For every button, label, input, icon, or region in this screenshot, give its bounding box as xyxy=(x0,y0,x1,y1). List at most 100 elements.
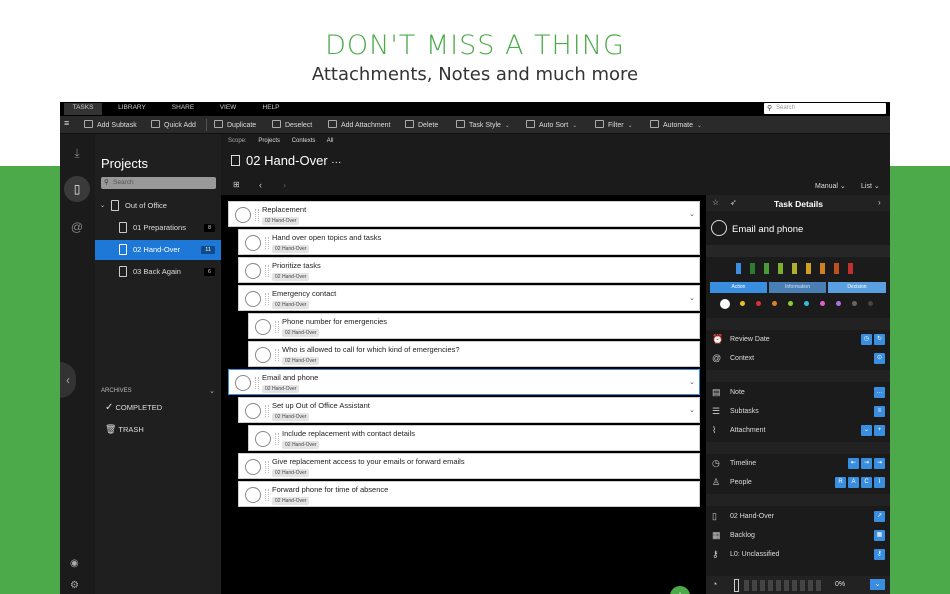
progress-segment[interactable] xyxy=(816,580,821,591)
drag-handle[interactable] xyxy=(265,405,269,417)
project-link-icon[interactable]: ↗ xyxy=(874,511,885,522)
priority-bar[interactable] xyxy=(820,263,825,274)
chevron-down-icon[interactable]: ⌄ xyxy=(861,425,872,436)
task-row[interactable]: Set up Out of Office Assistant 02 Hand-Ov… xyxy=(238,397,700,423)
complete-checkbox[interactable] xyxy=(245,403,261,419)
complete-checkbox[interactable] xyxy=(245,487,261,503)
drag-handle[interactable] xyxy=(265,237,269,249)
folder-out-of-office[interactable]: ⌄ Out of Office xyxy=(95,196,221,216)
task-row[interactable]: Include replacement with contact details… xyxy=(248,425,700,451)
color-swatch-purple[interactable] xyxy=(836,301,841,306)
drag-handle[interactable] xyxy=(255,377,259,389)
task-row[interactable]: Phone number for emergencies 02 Hand-Over xyxy=(248,313,700,339)
color-swatch-dark[interactable] xyxy=(868,301,873,306)
account-icon[interactable]: ◉ xyxy=(70,558,79,569)
add-subtask-button[interactable]: Add Subtask xyxy=(84,120,137,129)
color-swatch-lime[interactable] xyxy=(788,301,793,306)
scope-contexts[interactable]: Contexts xyxy=(292,138,316,144)
timeline-row[interactable]: ◷ Timeline ⇤ ⇥ ⇥ xyxy=(706,455,890,474)
auto-sort-button[interactable]: Auto Sort ⌄ xyxy=(526,120,577,129)
chevron-down-icon[interactable]: ⌄ xyxy=(689,210,695,218)
global-search-input[interactable]: ⚲ Search xyxy=(764,103,886,114)
drag-handle[interactable] xyxy=(265,265,269,277)
drag-handle[interactable] xyxy=(265,461,269,473)
complete-checkbox[interactable] xyxy=(235,375,251,391)
color-swatch-pink[interactable] xyxy=(820,301,825,306)
projects-icon[interactable]: ▯ xyxy=(64,176,90,202)
task-row-selected[interactable]: Email and phone 02 Hand-Over ⌄ xyxy=(228,369,700,395)
timeline-end-icon[interactable]: ⇥ xyxy=(874,458,885,469)
raci-i-button[interactable]: I xyxy=(874,477,885,488)
menu-library[interactable]: LIBRARY xyxy=(112,104,152,111)
tab-action[interactable]: Action xyxy=(710,282,767,293)
complete-checkbox[interactable] xyxy=(245,291,261,307)
complete-checkbox[interactable] xyxy=(711,220,727,236)
priority-bar[interactable] xyxy=(848,263,853,274)
complete-checkbox[interactable] xyxy=(255,347,271,363)
inbox-icon[interactable]: ⤓ xyxy=(69,146,85,162)
menu-view[interactable]: VIEW xyxy=(212,104,244,111)
complete-checkbox[interactable] xyxy=(245,263,261,279)
list-icon[interactable]: ≡ xyxy=(874,406,885,417)
project-row[interactable]: ▯ 02 Hand-Over ↗ xyxy=(706,508,890,527)
drag-handle[interactable] xyxy=(275,349,279,361)
scope-all[interactable]: All xyxy=(327,138,334,144)
priority-bar[interactable] xyxy=(834,263,839,274)
people-row[interactable]: ♙ People R A C I xyxy=(706,474,890,493)
duplicate-button[interactable]: Duplicate xyxy=(214,120,256,129)
back-arrow-icon[interactable]: ‹ xyxy=(259,180,262,190)
clock-icon[interactable]: ◷ xyxy=(861,334,872,345)
sort-dropdown[interactable]: Manual ⌄ xyxy=(815,182,846,190)
priority-bar[interactable] xyxy=(750,263,755,274)
complete-checkbox[interactable] xyxy=(255,431,271,447)
progress-segment[interactable] xyxy=(792,580,797,591)
progress-segment[interactable] xyxy=(752,580,757,591)
color-swatch-gray[interactable] xyxy=(852,301,857,306)
context-edit-icon[interactable]: ⊙ xyxy=(874,353,885,364)
menu-help[interactable]: HELP xyxy=(256,104,286,111)
delete-button[interactable]: Delete xyxy=(405,120,438,129)
raci-c-button[interactable]: C xyxy=(861,477,872,488)
complete-checkbox[interactable] xyxy=(255,319,271,335)
color-swatch-orange[interactable] xyxy=(772,301,777,306)
view-dropdown[interactable]: List ⌄ xyxy=(861,182,880,190)
sidebar-item-completed[interactable]: ✓ COMPLETED xyxy=(105,402,162,413)
drag-handle[interactable] xyxy=(265,293,269,305)
complete-checkbox[interactable] xyxy=(245,235,261,251)
key-edit-icon[interactable]: ⚷ xyxy=(874,549,885,560)
progress-segment[interactable] xyxy=(784,580,789,591)
filter-button[interactable]: Filter ⌄ xyxy=(595,120,633,129)
complete-checkbox[interactable] xyxy=(245,459,261,475)
timeline-start-icon[interactable]: ⇤ xyxy=(848,458,859,469)
tab-information[interactable]: Information xyxy=(769,282,826,293)
drag-handle[interactable] xyxy=(255,209,259,221)
sidebar-item-trash[interactable]: 🗑 TRASH xyxy=(105,424,144,435)
task-row[interactable]: Who is allowed to call for which kind of… xyxy=(248,341,700,367)
forward-arrow-icon[interactable]: › xyxy=(283,180,286,190)
color-swatch-yellow[interactable] xyxy=(740,301,745,306)
drag-handle[interactable] xyxy=(275,433,279,445)
progress-segment[interactable] xyxy=(800,580,805,591)
level-row[interactable]: ⚷ L0: Unclassified ⚷ xyxy=(706,546,890,565)
color-swatch-cyan[interactable] xyxy=(804,301,809,306)
progress-segment[interactable] xyxy=(768,580,773,591)
more-options-icon[interactable]: ··· xyxy=(331,157,341,168)
menu-share[interactable]: SHARE xyxy=(164,104,202,111)
color-swatch-white[interactable] xyxy=(720,299,730,309)
context-row[interactable]: @ Context ⊙ xyxy=(706,350,890,369)
task-row[interactable]: Emergency contact 02 Hand-Over ⌄ xyxy=(238,285,700,311)
sidebar-item-02-hand-over[interactable]: 02 Hand-Over 11 xyxy=(95,240,221,260)
task-row[interactable]: Forward phone for time of absence 02 Hand… xyxy=(238,481,700,507)
chevron-down-icon[interactable]: ⌄ xyxy=(689,378,695,386)
automate-button[interactable]: Automate ⌄ xyxy=(650,120,702,129)
progress-segment[interactable] xyxy=(744,580,749,591)
priority-bar[interactable] xyxy=(764,263,769,274)
priority-bar[interactable] xyxy=(806,263,811,274)
subtasks-row[interactable]: ☰ Subtasks ≡ xyxy=(706,403,890,422)
sidebar-item-03-back-again[interactable]: 03 Back Again 6 xyxy=(95,262,221,282)
backlog-row[interactable]: ▦ Backlog ▦ xyxy=(706,527,890,546)
scope-projects[interactable]: Projects xyxy=(258,138,280,144)
note-row[interactable]: ▤ Note … xyxy=(706,384,890,403)
progress-segment[interactable] xyxy=(760,580,765,591)
raci-a-button[interactable]: A xyxy=(848,477,859,488)
